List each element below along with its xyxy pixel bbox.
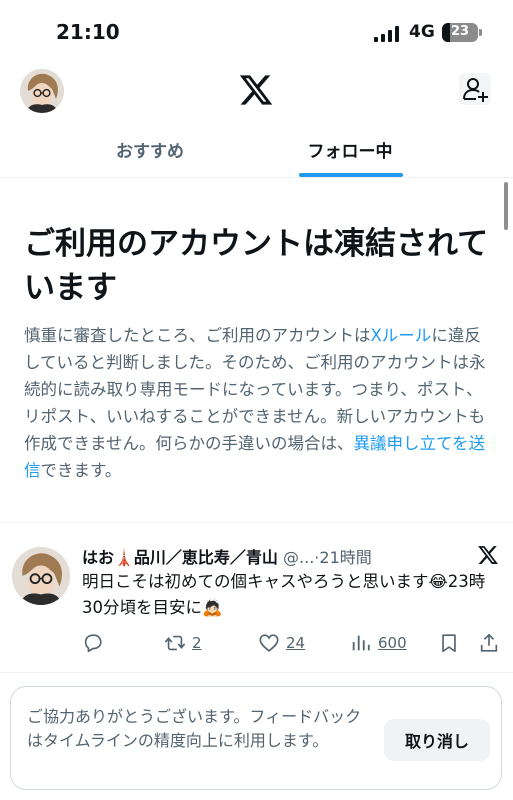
retweet-button[interactable]: 2: [164, 630, 202, 656]
x-rules-link[interactable]: Xルール: [371, 326, 432, 345]
like-button[interactable]: 24: [258, 630, 305, 656]
reply-icon: [84, 634, 102, 653]
battery-icon: 23: [442, 23, 478, 42]
status-time: 21:10: [56, 20, 120, 44]
undo-button[interactable]: 取り消し: [384, 719, 490, 761]
tweet-avatar[interactable]: [12, 547, 70, 605]
heart-icon: [259, 634, 279, 652]
tweet-header: はお🗼品川／恵比寿／青山 @...·21時間: [82, 544, 462, 568]
share-button[interactable]: [478, 630, 500, 656]
notice-body: 慎重に審査したところ、ご利用のアカウントはXルールに違反していると判断しました。…: [24, 322, 494, 484]
like-count: 24: [286, 634, 306, 652]
notice-text-1: 慎重に審査したところ、ご利用のアカウントは: [24, 326, 371, 345]
divider: [0, 672, 513, 673]
tab-indicator: [299, 173, 403, 177]
add-person-icon[interactable]: [458, 72, 492, 106]
feedback-text: ご協力ありがとうございます。フィードバックはタイムラインの精度向上に利用します。: [27, 707, 362, 750]
scrollbar[interactable]: [504, 182, 508, 230]
tweet-actions: 2 24 600: [82, 630, 502, 656]
tweet-text: 明日こそは初めての個キャスやろうと思います😂23時30分頃を目安に🙇🏻: [82, 572, 486, 617]
views-icon: [352, 635, 370, 651]
feedback-box: ご協力ありがとうございます。フィードバックはタイムラインの精度向上に利用します。…: [10, 686, 502, 790]
views-button[interactable]: 600: [350, 630, 407, 656]
retweet-count: 2: [192, 634, 202, 652]
tweet-time[interactable]: 21時間: [319, 548, 371, 567]
tweet-author-name[interactable]: はお🗼品川／恵比寿／青山: [82, 548, 278, 567]
status-bar: 21:10 4G 23: [0, 0, 513, 62]
share-icon: [480, 633, 498, 652]
timeline-tabs: おすすめ フォロー中: [0, 120, 513, 178]
notice-text-3: できます。: [40, 461, 122, 480]
tweet-handle[interactable]: @...: [283, 548, 314, 567]
battery-percent: 23: [450, 24, 470, 39]
x-logo-icon[interactable]: [238, 72, 274, 108]
x-logo-icon[interactable]: [477, 544, 499, 566]
view-count: 600: [378, 634, 407, 652]
signal-icon: [374, 26, 400, 42]
network-type: 4G: [409, 22, 435, 42]
bookmark-button[interactable]: [438, 630, 460, 656]
reply-button[interactable]: [82, 630, 104, 656]
tab-following[interactable]: フォロー中: [260, 120, 440, 178]
divider: [0, 522, 513, 523]
notice-title: ご利用のアカウントは凍結されています: [24, 226, 489, 306]
retweet-icon: [164, 635, 186, 651]
profile-avatar[interactable]: [20, 69, 64, 113]
bookmark-icon: [442, 634, 456, 653]
tab-recommended[interactable]: おすすめ: [60, 120, 240, 178]
